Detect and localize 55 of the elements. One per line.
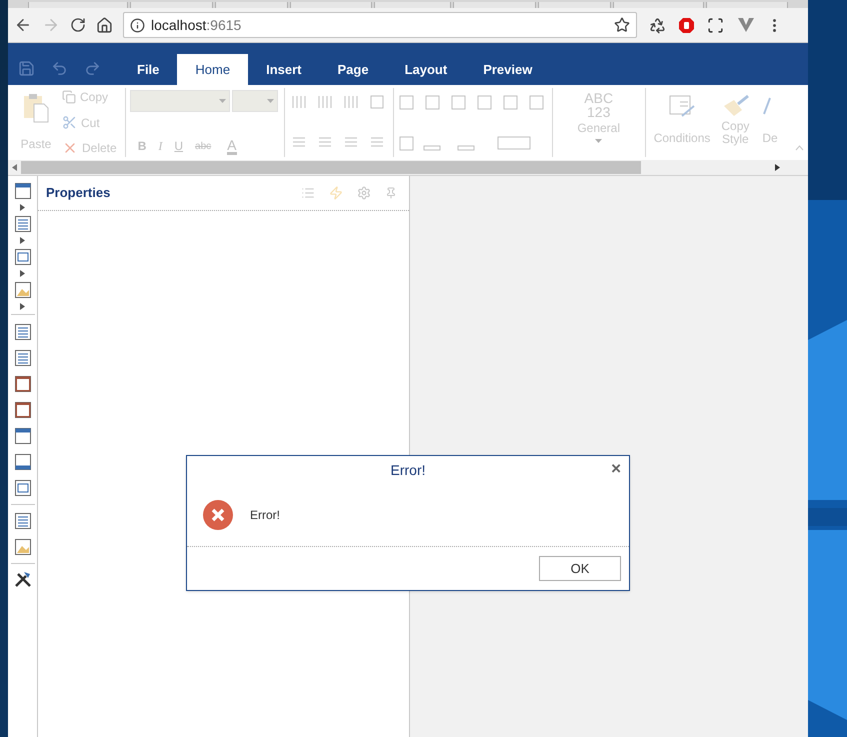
text-icon[interactable]	[14, 512, 32, 530]
address-bar[interactable]: localhost:9615	[123, 12, 637, 38]
recycle-icon[interactable]	[649, 16, 666, 34]
v-logo-icon[interactable]	[738, 18, 754, 32]
image-icon[interactable]	[14, 281, 32, 299]
capture-icon[interactable]	[707, 16, 724, 34]
ok-button[interactable]: OK	[539, 556, 621, 581]
conditions-icon	[668, 94, 696, 118]
ribbon-tab[interactable]: Home	[177, 54, 248, 85]
scissors-icon	[62, 115, 77, 130]
ribbon-tab[interactable]: File	[119, 54, 178, 85]
band-icon[interactable]	[14, 182, 32, 200]
page-icon[interactable]	[14, 323, 32, 341]
error-message: Error!	[250, 507, 280, 524]
scroll-right-icon[interactable]	[775, 164, 780, 171]
picture-icon[interactable]	[14, 538, 32, 556]
dropdown-caret-icon	[266, 99, 274, 103]
home-icon[interactable]	[96, 16, 113, 34]
italic-button[interactable]: I	[158, 137, 162, 155]
strike-button[interactable]: abc	[195, 138, 212, 154]
list-icon[interactable]	[14, 349, 32, 367]
copy-icon	[62, 90, 76, 104]
stop-hand-icon[interactable]	[678, 16, 695, 34]
horizontal-scrollbar[interactable]	[8, 160, 808, 175]
ribbon-tab[interactable]: Preview	[465, 54, 550, 85]
info-icon[interactable]	[130, 18, 145, 32]
expand-arrow-icon[interactable]	[20, 237, 25, 244]
close-button[interactable]: ×	[611, 460, 621, 478]
ribbon-tab[interactable]: Page	[320, 54, 387, 85]
table-band-icon[interactable]	[14, 215, 32, 233]
tools-icon[interactable]	[14, 570, 32, 588]
expand-arrow-icon[interactable]	[20, 270, 25, 277]
header-icon[interactable]	[14, 375, 32, 393]
back-icon[interactable]	[14, 16, 32, 34]
font-color-button[interactable]: A	[227, 138, 236, 154]
error-icon	[203, 500, 233, 530]
expand-arrow-icon[interactable]	[20, 303, 25, 310]
dialog-title: Error!	[390, 460, 426, 480]
footer-icon[interactable]	[14, 401, 32, 419]
bold-button[interactable]: B	[138, 137, 146, 155]
top-band-icon[interactable]	[14, 427, 32, 445]
panel-icon[interactable]	[14, 479, 32, 497]
expand-arrow-icon[interactable]	[20, 204, 25, 211]
bottom-band-icon[interactable]	[14, 453, 32, 471]
panel-title: Properties	[46, 184, 112, 202]
ribbon-tab[interactable]: Layout	[386, 54, 466, 85]
text-band-icon[interactable]	[14, 248, 32, 266]
reload-icon[interactable]	[70, 17, 86, 33]
underline-button[interactable]: U	[174, 137, 184, 155]
scroll-left-icon[interactable]	[12, 164, 17, 171]
ribbon-tab[interactable]: Insert	[248, 54, 320, 85]
star-icon[interactable]	[614, 17, 630, 33]
dropdown-caret-icon	[218, 99, 226, 103]
dropdown-caret-icon	[595, 139, 602, 143]
url-text: localhost:9615	[151, 16, 242, 34]
